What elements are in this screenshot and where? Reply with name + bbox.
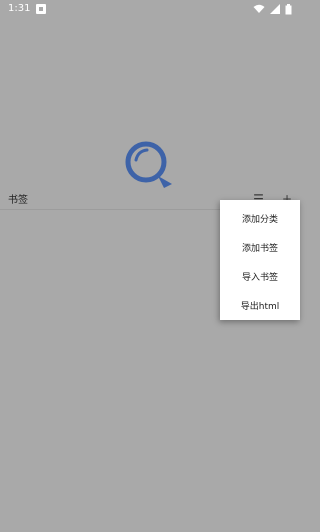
menu-item-export-html[interactable]: 导出html [220, 291, 300, 320]
search-logo-icon [125, 141, 172, 188]
battery-icon [285, 3, 292, 14]
popup-menu: 添加分类 添加书签 导入书签 导出html [220, 200, 300, 320]
menu-item-import-bookmarks[interactable]: 导入书签 [220, 262, 300, 291]
notification-icon [36, 4, 47, 14]
menu-item-add-bookmark[interactable]: 添加书签 [220, 233, 300, 262]
status-time: 1:31 [8, 3, 31, 14]
status-left: 1:31 [8, 0, 47, 18]
wifi-icon [253, 4, 265, 13]
bookmark-title: 书签 [8, 195, 28, 206]
signal-icon [270, 4, 280, 14]
hero-area [0, 18, 300, 190]
menu-item-add-category[interactable]: 添加分类 [220, 204, 300, 233]
status-right [253, 3, 292, 15]
status-bar: 1:31 [0, 0, 300, 18]
